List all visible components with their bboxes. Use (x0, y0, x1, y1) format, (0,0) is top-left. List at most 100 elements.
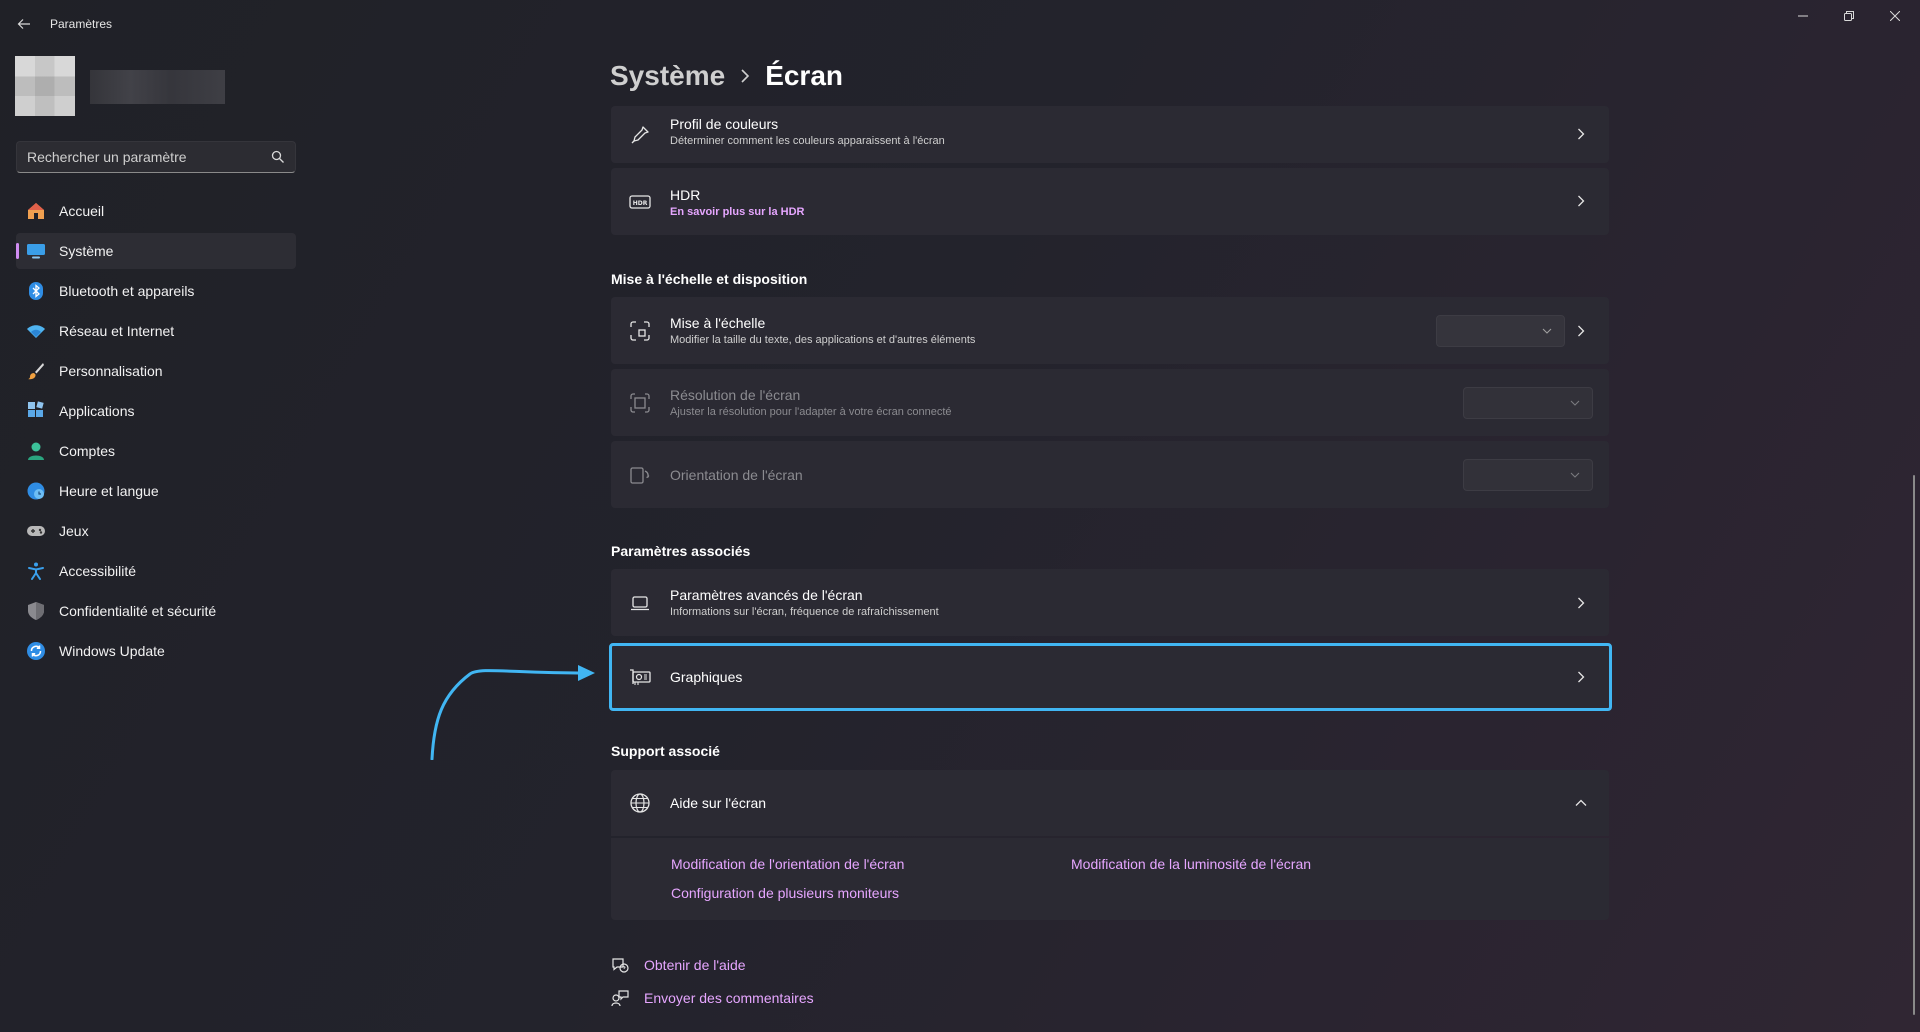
chevron-right-icon (1573, 323, 1589, 339)
feedback-icon (610, 988, 630, 1008)
chevron-right-icon (1573, 669, 1589, 685)
sidebar-item-label: Personnalisation (59, 363, 163, 379)
chevron-down-icon (1570, 472, 1580, 478)
sidebar-item-systeme[interactable]: Système (16, 233, 296, 269)
hdr-card[interactable]: HDR HDR En savoir plus sur la HDR (611, 168, 1609, 235)
title-bar: Paramètres (0, 0, 1920, 48)
accessibility-icon (26, 561, 46, 581)
breadcrumb: Système Écran (610, 56, 843, 96)
svg-text:HDR: HDR (633, 200, 648, 207)
breadcrumb-parent[interactable]: Système (610, 60, 725, 92)
help-expander[interactable]: Aide sur l'écran (611, 770, 1609, 836)
chevron-right-icon (739, 69, 751, 83)
search-input[interactable] (27, 149, 271, 165)
chevron-down-icon (1570, 400, 1580, 406)
scale-dropdown[interactable] (1436, 315, 1565, 347)
sidebar-item-applications[interactable]: Applications (16, 393, 296, 429)
sidebar-item-reseau[interactable]: Réseau et Internet (16, 313, 296, 349)
sidebar-item-label: Jeux (59, 523, 89, 539)
gamepad-icon (26, 521, 46, 541)
sidebar-item-bluetooth[interactable]: Bluetooth et appareils (16, 273, 296, 309)
sidebar-item-label: Heure et langue (59, 483, 159, 499)
card-subtitle: Ajuster la résolution pour l'adapter à v… (670, 406, 952, 418)
page-title: Écran (765, 60, 844, 91)
sidebar-item-label: Réseau et Internet (59, 323, 175, 339)
chevron-up-icon (1573, 795, 1589, 811)
chevron-right-icon (1573, 193, 1589, 209)
advanced-display-card[interactable]: Paramètres avancés de l'écran Informatio… (611, 569, 1609, 636)
get-help-label: Obtenir de l'aide (644, 957, 746, 973)
orientation-dropdown (1463, 459, 1593, 491)
card-subtitle: Informations sur l'écran, fréquence de r… (670, 606, 939, 618)
scale-icon (628, 319, 652, 343)
resolution-card: Résolution de l'écran Ajuster la résolut… (611, 369, 1609, 436)
back-button[interactable] (12, 12, 36, 36)
help-link-multiple-monitors[interactable]: Configuration de plusieurs moniteurs (671, 885, 899, 901)
wifi-icon (26, 321, 46, 341)
apps-icon (26, 401, 46, 421)
sidebar-item-accueil[interactable]: Accueil (16, 193, 296, 229)
restore-button[interactable] (1826, 0, 1872, 32)
sidebar-item-label: Accueil (59, 203, 105, 219)
card-title: Graphiques (670, 669, 743, 685)
sidebar-item-label: Système (59, 243, 114, 259)
sidebar-item-comptes[interactable]: Comptes (16, 433, 296, 469)
card-title: HDR (670, 187, 701, 203)
pipette-icon (628, 123, 652, 147)
get-help-link[interactable]: Obtenir de l'aide (610, 955, 746, 975)
person-icon (26, 441, 46, 461)
avatar[interactable] (15, 56, 75, 116)
sidebar-item-heure[interactable]: Heure et langue (16, 473, 296, 509)
monitor-icon (26, 241, 46, 261)
app-title: Paramètres (50, 17, 113, 31)
sidebar-item-confidentialite[interactable]: Confidentialité et sécurité (16, 593, 296, 629)
hdr-icon: HDR (628, 190, 652, 214)
brush-icon (26, 361, 46, 381)
chevron-down-icon (1542, 328, 1552, 334)
update-icon (26, 641, 46, 661)
graphics-card-icon (628, 665, 652, 689)
globe-clock-icon (26, 481, 46, 501)
minimize-icon (1798, 15, 1808, 17)
laptop-icon (628, 591, 652, 615)
help-chat-icon (610, 955, 630, 975)
resolution-icon (628, 391, 652, 415)
sidebar-item-label: Confidentialité et sécurité (59, 603, 217, 619)
color-profile-card[interactable]: Profil de couleurs Déterminer comment le… (611, 106, 1609, 163)
section-title-scale-layout: Mise à l'échelle et disposition (611, 271, 808, 287)
scale-card[interactable]: Mise à l'échelle Modifier la taille du t… (611, 297, 1609, 364)
card-title: Profil de couleurs (670, 116, 779, 132)
sidebar-item-label: Windows Update (59, 643, 165, 659)
search-box[interactable] (16, 141, 296, 173)
sidebar-item-personnalisation[interactable]: Personnalisation (16, 353, 296, 389)
close-button[interactable] (1872, 0, 1918, 32)
home-icon (26, 201, 46, 221)
minimize-button[interactable] (1780, 0, 1826, 32)
help-link-orientation[interactable]: Modification de l'orientation de l'écran (671, 856, 904, 872)
send-feedback-link[interactable]: Envoyer des commentaires (610, 988, 814, 1008)
sidebar-item-windows-update[interactable]: Windows Update (16, 633, 296, 669)
sidebar-item-label: Comptes (59, 443, 116, 459)
section-title-support: Support associé (611, 743, 720, 759)
orientation-card: Orientation de l'écran (611, 441, 1609, 508)
sidebar-item-jeux[interactable]: Jeux (16, 513, 296, 549)
shield-icon (26, 601, 46, 621)
search-icon[interactable] (271, 150, 285, 164)
send-feedback-label: Envoyer des commentaires (644, 990, 814, 1006)
sidebar-nav: Accueil Système Bluetooth et appareils R… (16, 193, 296, 673)
card-title: Paramètres avancés de l'écran (670, 587, 863, 603)
help-expander-content: Modification de l'orientation de l'écran… (611, 838, 1609, 920)
back-arrow-icon (17, 19, 30, 29)
help-link-brightness[interactable]: Modification de la luminosité de l'écran (1071, 856, 1311, 872)
graphics-card[interactable]: Graphiques (611, 645, 1609, 709)
orientation-icon (628, 463, 652, 487)
card-title: Aide sur l'écran (670, 795, 767, 811)
chevron-right-icon (1573, 126, 1589, 142)
card-title: Orientation de l'écran (670, 467, 803, 483)
scrollbar[interactable] (1913, 475, 1915, 1015)
bluetooth-icon (26, 281, 46, 301)
chevron-right-icon (1573, 595, 1589, 611)
hdr-learn-more-link[interactable]: En savoir plus sur la HDR (670, 206, 804, 218)
card-subtitle: Modifier la taille du texte, des applica… (670, 334, 976, 346)
sidebar-item-accessibilite[interactable]: Accessibilité (16, 553, 296, 589)
